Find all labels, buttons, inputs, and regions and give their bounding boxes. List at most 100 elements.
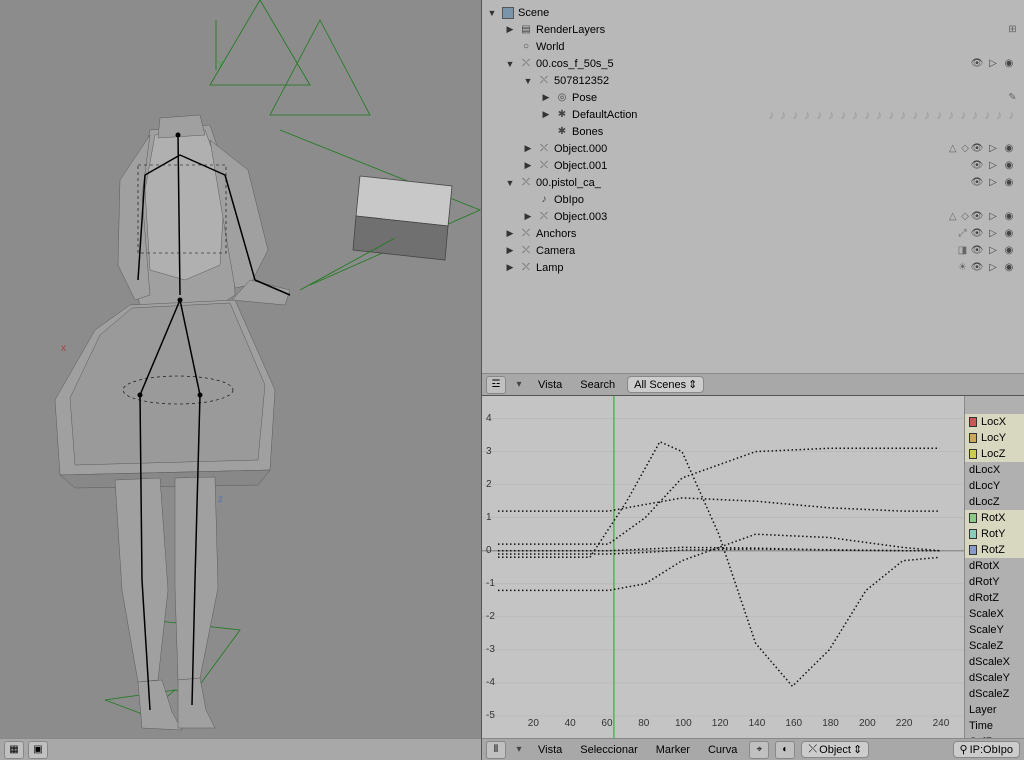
visibility-icon[interactable]: 👁 [970, 244, 984, 258]
ipo-menu-marker[interactable]: Marker [650, 742, 696, 758]
disclosure-triangle-icon[interactable]: ▶ [504, 24, 516, 35]
ipo-channel-dlocz[interactable]: dLocZ [965, 494, 1024, 510]
viewport-3d[interactable]: x y z [0, 0, 482, 760]
ipo-menu-vista[interactable]: Vista [532, 742, 568, 758]
disclosure-triangle-icon[interactable]: ▼ [504, 59, 516, 69]
render-icon[interactable]: ◉ [1002, 142, 1016, 156]
disclosure-triangle-icon[interactable]: ▶ [522, 160, 534, 171]
ipo-channel-scaley[interactable]: ScaleY [965, 622, 1024, 638]
tree-scene[interactable]: ▼ Scene [482, 4, 1024, 21]
tree-world[interactable]: ○ World [482, 38, 1024, 55]
ipo-channel-dscalez[interactable]: dScaleZ [965, 686, 1024, 702]
outliner-menu-vista[interactable]: Vista [532, 377, 568, 393]
select-icon[interactable]: ▷ [986, 159, 1000, 173]
disclosure-triangle-icon[interactable]: ▶ [540, 109, 552, 120]
ipo-channel-layer[interactable]: Layer [965, 702, 1024, 718]
tree-lamp[interactable]: ▶ ⤬ Lamp ☀ 👁 ▷ ◉ [482, 259, 1024, 276]
disclosure-triangle-icon[interactable]: ▶ [522, 211, 534, 222]
ipo-channel-dlocy[interactable]: dLocY [965, 478, 1024, 494]
viewport-3d-canvas[interactable]: x y z [0, 0, 481, 738]
visibility-icon[interactable]: 👁 [970, 176, 984, 190]
outliner-editor-type-icon[interactable]: ☲ [486, 376, 506, 394]
tree-obj001[interactable]: ▶ ⤬ Object.001 👁 ▷ ◉ [482, 157, 1024, 174]
ipo-channel-dscaley[interactable]: dScaleY [965, 670, 1024, 686]
render-icon[interactable]: ◉ [1002, 261, 1016, 275]
tree-camera[interactable]: ▶ ⤬ Camera ◨ 👁 ▷ ◉ [482, 242, 1024, 259]
tree-bones[interactable]: ✱ Bones [482, 123, 1024, 140]
ipo-channel-scalez[interactable]: ScaleZ [965, 638, 1024, 654]
disclosure-triangle-icon[interactable]: ▼ [504, 178, 516, 188]
visibility-icon[interactable]: 👁 [970, 142, 984, 156]
tree-pose[interactable]: ▶ ◎ Pose ✎ [482, 89, 1024, 106]
outliner-menu-search[interactable]: Search [574, 377, 621, 393]
ipo-editor: -5-4-3-2-101234 204060801001201401601802… [482, 396, 1024, 760]
expand-icon[interactable]: ▾ [512, 743, 526, 757]
select-icon[interactable]: ▷ [986, 261, 1000, 275]
select-icon[interactable]: ▷ [986, 57, 1000, 71]
render-icon[interactable]: ◉ [1002, 210, 1016, 224]
select-icon[interactable]: ▷ [986, 244, 1000, 258]
ipo-channel-rotx[interactable]: RotX [965, 510, 1024, 526]
ipo-graph-canvas[interactable] [482, 396, 964, 738]
expand-icon[interactable]: ▾ [512, 378, 526, 392]
tree-cos-object[interactable]: ▼ ⤬ 00.cos_f_50s_5 👁 ▷ ◉ [482, 55, 1024, 72]
disclosure-triangle-icon[interactable]: ▶ [504, 245, 516, 256]
disclosure-triangle-icon[interactable]: ▼ [486, 8, 498, 18]
ipo-channel-drotx[interactable]: dRotX [965, 558, 1024, 574]
render-icon[interactable]: ◉ [1002, 227, 1016, 241]
select-icon[interactable]: ▷ [986, 210, 1000, 224]
edit-icon[interactable]: ✎ [1006, 91, 1020, 105]
ipo-channel-dscalex[interactable]: dScaleX [965, 654, 1024, 670]
ipo-channel-rotz[interactable]: RotZ [965, 542, 1024, 558]
ipo-mode-dropdown[interactable]: ⤬ Object ⇕ [801, 741, 869, 758]
ipo-channel-time[interactable]: Time [965, 718, 1024, 734]
visibility-icon[interactable]: 👁 [970, 261, 984, 275]
visibility-icon[interactable]: 👁 [970, 210, 984, 224]
ipo-name-field[interactable]: ⚲ IP:ObIpo [953, 741, 1020, 758]
tree-pistol[interactable]: ▼ ⤬ 00.pistol_ca_ 👁 ▷ ◉ [482, 174, 1024, 191]
render-icon[interactable]: ◉ [1002, 159, 1016, 173]
disclosure-triangle-icon[interactable]: ▼ [522, 76, 534, 86]
tree-obipo[interactable]: ♪ ObIpo [482, 191, 1024, 208]
outliner-tree[interactable]: ▼ Scene ▶ ▤ RenderLayers ⊞ ○ World ▼ ⤬ [482, 0, 1024, 373]
ipo-editor-type-icon[interactable]: ⫴ [486, 741, 506, 759]
disclosure-triangle-icon[interactable]: ▶ [540, 92, 552, 103]
viewport-render-icon[interactable]: ▣ [28, 741, 48, 759]
ipo-key-icon[interactable]: ⌖ [749, 741, 769, 759]
ipo-channel-dlocx[interactable]: dLocX [965, 462, 1024, 478]
visibility-icon[interactable]: 👁 [970, 227, 984, 241]
select-icon[interactable]: ▷ [986, 176, 1000, 190]
ipo-channel-locz[interactable]: LocZ [965, 446, 1024, 462]
select-icon[interactable]: ▷ [986, 142, 1000, 156]
disclosure-triangle-icon[interactable]: ▶ [522, 143, 534, 154]
outliner-filter-dropdown[interactable]: All Scenes ⇕ [627, 376, 704, 393]
tree-defaultaction[interactable]: ▶ ✱ DefaultAction ♪♪♪♪♪♪♪♪♪♪♪♪♪♪♪♪♪♪♪♪♪ [482, 106, 1024, 123]
tree-obj003[interactable]: ▶ ⤬ Object.003 △ ◇ 👁 ▷ ◉ [482, 208, 1024, 225]
ipo-ghost-icon[interactable]: ◐ [775, 741, 795, 759]
ipo-channel-list[interactable]: LocXLocYLocZdLocXdLocYdLocZRotXRotYRotZd… [964, 396, 1024, 760]
visibility-icon[interactable]: 👁 [970, 159, 984, 173]
tree-renderlayers[interactable]: ▶ ▤ RenderLayers ⊞ [482, 21, 1024, 38]
ipo-channel-scalex[interactable]: ScaleX [965, 606, 1024, 622]
ipo-channel-locx[interactable]: LocX [965, 414, 1024, 430]
render-icon[interactable]: ◉ [1002, 244, 1016, 258]
channel-color-swatch [969, 433, 977, 443]
ipo-channel-roty[interactable]: RotY [965, 526, 1024, 542]
render-icon[interactable]: ◉ [1002, 176, 1016, 190]
visibility-icon[interactable]: 👁 [970, 57, 984, 71]
ipo-channel-droty[interactable]: dRotY [965, 574, 1024, 590]
tree-numid[interactable]: ▼ ⤬ 507812352 [482, 72, 1024, 89]
ipo-channel-drotz[interactable]: dRotZ [965, 590, 1024, 606]
tree-obj000[interactable]: ▶ ⤬ Object.000 △ ◇ 👁 ▷ ◉ [482, 140, 1024, 157]
ipo-graph-area[interactable]: -5-4-3-2-101234 204060801001201401601802… [482, 396, 964, 760]
render-icon[interactable]: ◉ [1002, 57, 1016, 71]
pin-icon[interactable]: ⚲ [960, 743, 968, 756]
ipo-channel-locy[interactable]: LocY [965, 430, 1024, 446]
tree-anchors[interactable]: ▶ ⤬ Anchors ⤢ 👁 ▷ ◉ [482, 225, 1024, 242]
disclosure-triangle-icon[interactable]: ▶ [504, 228, 516, 239]
ipo-menu-curva[interactable]: Curva [702, 742, 743, 758]
select-icon[interactable]: ▷ [986, 227, 1000, 241]
ipo-menu-seleccionar[interactable]: Seleccionar [574, 742, 643, 758]
disclosure-triangle-icon[interactable]: ▶ [504, 262, 516, 273]
viewport-editor-type-icon[interactable]: ▦ [4, 741, 24, 759]
